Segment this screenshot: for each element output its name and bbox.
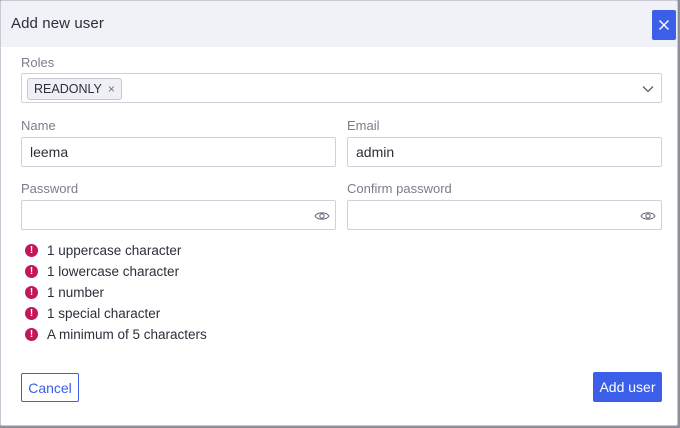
add-user-dialog: Add new user Roles READONLY × Name Email… — [0, 0, 678, 426]
exclamation-circle-icon: ! — [25, 327, 38, 341]
requirement-text: 1 uppercase character — [47, 242, 182, 258]
name-field[interactable] — [21, 137, 336, 167]
dialog-header: Add new user — [1, 1, 677, 47]
password-label: Password — [21, 181, 79, 196]
roles-select[interactable]: READONLY × — [21, 73, 662, 103]
cancel-button[interactable]: Cancel — [21, 373, 79, 402]
requirement-item: ! 1 uppercase character — [25, 241, 181, 259]
chevron-down-icon[interactable] — [641, 82, 655, 96]
eye-icon[interactable] — [640, 208, 656, 224]
exclamation-circle-icon: ! — [25, 306, 38, 320]
password-field[interactable] — [21, 200, 336, 230]
roles-label: Roles — [21, 55, 55, 70]
requirement-item: ! A minimum of 5 characters — [25, 325, 207, 343]
confirm-password-input[interactable] — [348, 201, 661, 229]
close-button[interactable] — [652, 10, 676, 40]
requirement-item: ! 1 lowercase character — [25, 262, 179, 280]
dialog-title: Add new user — [11, 15, 104, 32]
exclamation-circle-icon: ! — [25, 243, 38, 257]
requirement-text: 1 lowercase character — [47, 263, 180, 279]
role-chip-remove-icon[interactable]: × — [108, 82, 115, 96]
confirm-password-field[interactable] — [347, 200, 662, 230]
email-label: Email — [347, 118, 380, 133]
role-chip-label: READONLY — [34, 82, 102, 96]
password-input[interactable] — [22, 201, 335, 229]
add-user-button[interactable]: Add user — [593, 372, 662, 402]
close-icon — [659, 20, 669, 30]
email-input[interactable] — [348, 138, 661, 166]
requirement-text: A minimum of 5 characters — [47, 326, 207, 342]
name-input[interactable] — [22, 138, 335, 166]
email-field[interactable] — [347, 137, 662, 167]
confirm-password-label: Confirm password — [347, 181, 452, 196]
eye-icon[interactable] — [314, 208, 330, 224]
role-chip-readonly: READONLY × — [27, 78, 122, 100]
exclamation-circle-icon: ! — [25, 285, 38, 299]
requirement-text: 1 number — [47, 284, 105, 300]
requirement-text: 1 special character — [47, 305, 161, 321]
exclamation-circle-icon: ! — [25, 264, 38, 278]
requirement-item: ! 1 special character — [25, 304, 160, 322]
requirement-item: ! 1 number — [25, 283, 104, 301]
name-label: Name — [21, 118, 56, 133]
